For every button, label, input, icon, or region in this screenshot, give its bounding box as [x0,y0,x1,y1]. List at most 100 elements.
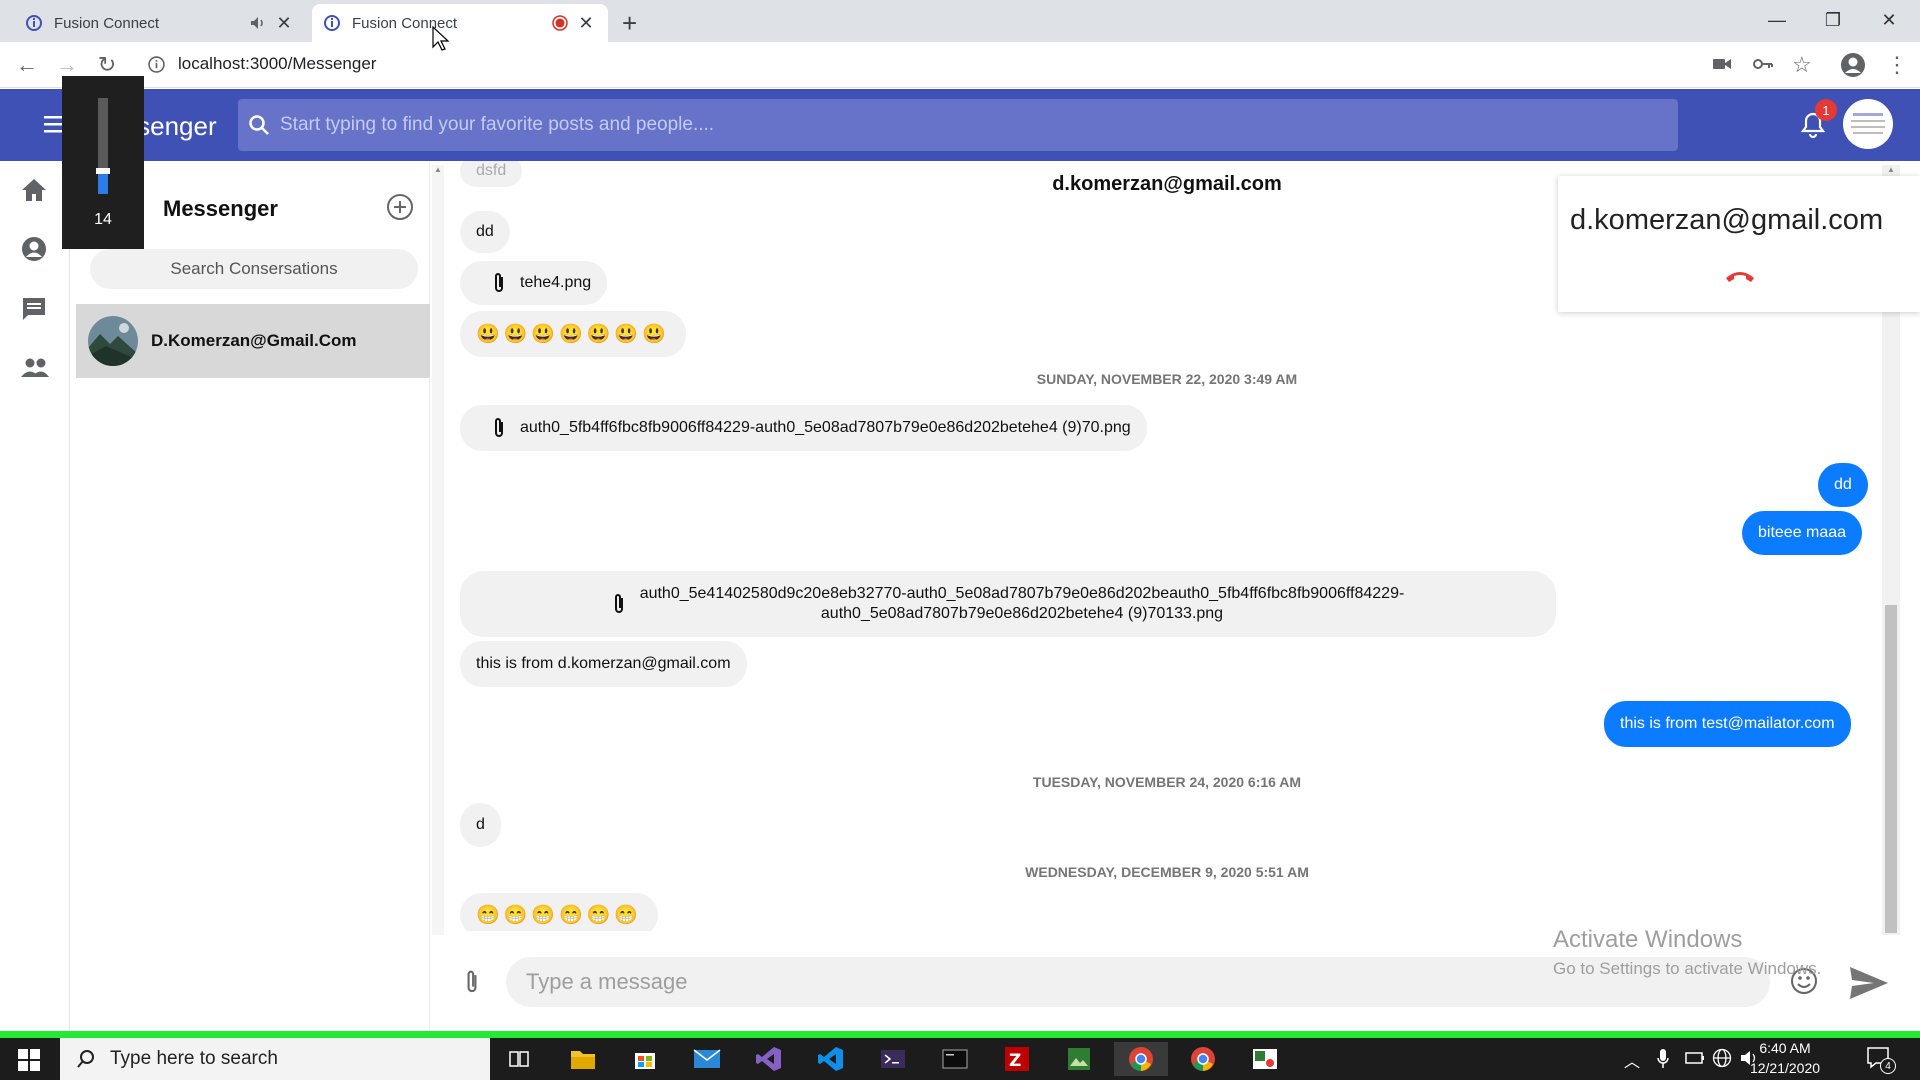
info-icon[interactable] [148,56,165,73]
conversation-name: D.Komerzan@Gmail.Com [151,331,357,350]
more-menu-icon[interactable]: ⋮ [1886,52,1908,78]
volume-overlay: 14 [62,76,144,249]
back-icon[interactable]: ← [12,50,42,80]
mouse-cursor-icon [432,26,450,52]
file-attachment-bubble[interactable]: auth0_5fb4ff6fbc8fb9006ff84229-auth0_5e0… [460,405,1147,451]
speaker-icon[interactable] [250,16,266,30]
chat-scrollbar-thumb[interactable] [1885,605,1897,933]
recording-icon [552,15,568,31]
smiley-emoji: 😃 [503,324,528,345]
taskbar-search-label: Type here to search [110,1048,278,1069]
paperclip-icon [492,271,506,295]
close-tab-icon[interactable]: ✕ [576,13,596,33]
attach-file-icon[interactable] [464,967,480,997]
powershell-icon[interactable] [866,1042,920,1076]
account-circle-icon[interactable] [20,235,50,265]
store-icon[interactable] [618,1042,672,1076]
conversation-item[interactable]: D.Komerzan@Gmail.Com [76,304,430,378]
new-tab-button[interactable]: + [622,8,637,39]
file-explorer-icon[interactable] [556,1042,610,1076]
minimize-icon[interactable]: — [1750,0,1804,40]
message-bubble-in: dd [460,211,510,253]
file-attachment-bubble[interactable]: auth0_5e41402580d9c20e8eb32770-auth0_5e0… [460,571,1556,637]
microphone-icon[interactable] [1656,1048,1670,1070]
image-editor-icon[interactable] [1052,1042,1106,1076]
snipping-tool-icon[interactable] [1238,1042,1292,1076]
hang-up-icon[interactable] [1724,268,1756,284]
message-bubble-out: biteee maaa [1742,511,1863,555]
send-icon[interactable] [1848,965,1890,1001]
emoji-bubble: 😁 😁 😁 😁 😁 😁 [460,893,659,931]
chat-left-scrollbar[interactable]: ▲ [432,165,444,935]
taskbar-top-border [0,1031,1920,1038]
avatar[interactable] [1843,99,1893,149]
home-icon[interactable] [20,176,50,206]
action-center-badge: 4 [1880,1058,1896,1074]
windows-start-icon[interactable] [18,1049,40,1071]
global-search[interactable] [238,99,1678,151]
date-separator: SUNDAY, NOVEMBER 22, 2020 3:49 AM [1036,371,1298,387]
conversations-panel: Messenger Search Consersations D.Komerza… [76,161,430,1031]
message-bubble-partial: dsfd [460,161,523,187]
message-composer [432,945,1920,1025]
volume-level [98,172,108,194]
visual-studio-icon[interactable] [742,1042,796,1076]
address-bar[interactable]: localhost:3000/Messenger [178,54,376,74]
conversation-avatar [88,316,138,366]
volume-thumb [96,168,110,174]
app-header: Messenger 1 [0,89,1920,161]
global-search-input[interactable] [280,114,1660,136]
close-window-icon[interactable]: ✕ [1862,0,1916,40]
activate-windows-title: Activate Windows [1553,926,1743,953]
date-separator: TUESDAY, NOVEMBER 24, 2020 6:16 AM [1032,774,1302,790]
browser-toolbar: ← → ↻ localhost:3000/Messenger ☆ ⋮ [0,42,1920,88]
grin-emoji: 😁 [614,905,639,926]
vscode-icon[interactable] [804,1042,858,1076]
restore-icon[interactable]: ❐ [1806,0,1860,40]
battery-icon[interactable] [1684,1050,1706,1066]
smiley-emoji: 😃 [586,324,611,345]
profile-icon[interactable] [1840,52,1866,78]
chrome-icon[interactable] [1176,1042,1230,1076]
chat-icon[interactable] [20,295,50,325]
network-globe-icon[interactable] [1712,1048,1732,1068]
people-icon[interactable] [20,356,50,386]
file-name: auth0_5fb4ff6fbc8fb9006ff84229-auth0_5e0… [520,419,1131,436]
add-conversation-icon[interactable] [386,193,414,221]
clock-date: 12/21/2020 [1749,1060,1821,1076]
left-nav-rail [0,161,70,1031]
mail-icon[interactable] [680,1042,734,1076]
site-info-icon [26,15,42,31]
message-bubble-out: this is from test@mailator.com [1604,701,1851,747]
file-name-line: auth0_5e08ad7807b79e0e86d202betehe4 (9)7… [820,605,1224,622]
browser-tab-1[interactable]: Fusion Connect ✕ [14,4,306,42]
smiley-emoji: 😃 [559,324,583,345]
paperclip-icon [612,592,626,616]
terminal-icon[interactable] [928,1042,982,1076]
volume-value: 14 [94,211,112,228]
site-info-icon [324,15,340,31]
smiley-emoji: 😃 [642,324,666,345]
task-view-icon[interactable] [492,1042,546,1076]
tab-title: Fusion Connect [352,14,458,32]
key-icon[interactable] [1752,55,1774,73]
message-bubble-in: this is from d.komerzan@gmail.com [460,641,747,687]
grin-emoji: 😁 [476,905,500,926]
browser-tab-2[interactable]: Fusion Connect ✕ [312,4,608,42]
close-tab-icon[interactable]: ✕ [274,13,294,33]
bookmark-star-icon[interactable]: ☆ [1792,52,1812,78]
clock-time: 6:40 AM [1759,1040,1811,1056]
tab-title: Fusion Connect [54,14,160,32]
filezilla-icon[interactable]: Z [990,1042,1044,1076]
chrome-icon[interactable] [1114,1042,1168,1076]
show-hidden-icons[interactable]: ︿ [1624,1048,1640,1072]
notification-badge: 1 [1815,99,1837,121]
message-bubble-out: dd [1818,463,1868,507]
taskbar-search[interactable]: Type here to search [60,1038,490,1080]
camera-icon[interactable] [1712,56,1732,72]
file-attachment-bubble[interactable]: tehe4.png [460,261,608,305]
smiley-emoji: 😃 [614,324,639,345]
grin-emoji: 😁 [586,905,611,926]
taskbar-clock[interactable]: 6:40 AM 12/21/2020 [1735,1038,1835,1078]
conversation-search[interactable]: Search Consersations [90,249,418,289]
